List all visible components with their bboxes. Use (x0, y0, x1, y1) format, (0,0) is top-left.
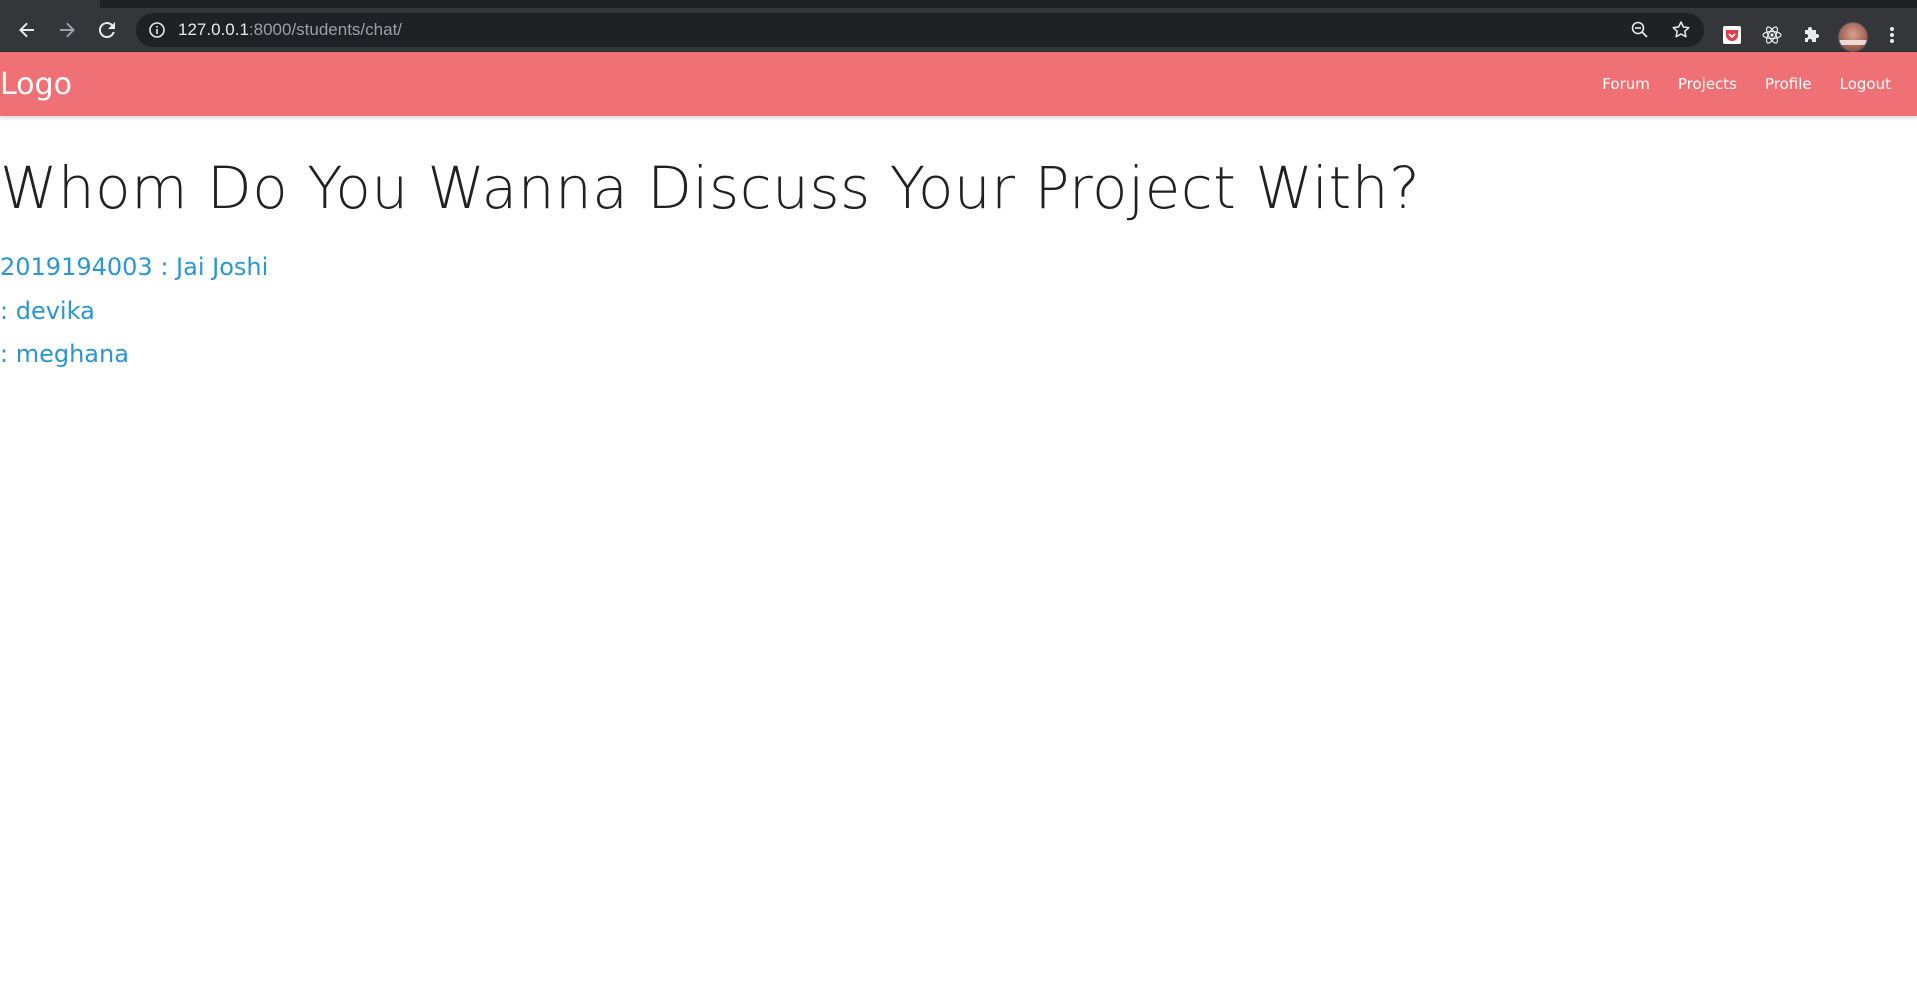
list-item: : devika (0, 294, 268, 338)
profile-avatar[interactable] (1838, 22, 1868, 52)
list-item: 2019194003 : Jai Joshi (0, 250, 268, 294)
nav-links: Forum Projects Profile Logout (1588, 52, 1905, 116)
kebab-menu-icon[interactable] (1880, 23, 1904, 47)
page-title: Whom Do You Wanna Discuss Your Project W… (0, 154, 1421, 222)
nav-link-projects[interactable]: Projects (1664, 52, 1751, 116)
nav-link-logout[interactable]: Logout (1826, 52, 1905, 116)
avatar-band (1839, 40, 1867, 45)
list-item: : meghana (0, 337, 268, 381)
address-bar[interactable]: 127.0.0.1:8000/students/chat/ (136, 13, 1704, 47)
react-icon[interactable] (1760, 23, 1784, 47)
browser-toolbar: 127.0.0.1:8000/students/chat/ (0, 8, 1917, 52)
url-host: 127.0.0.1 (178, 20, 249, 39)
url-text[interactable]: 127.0.0.1:8000/students/chat/ (178, 13, 402, 47)
nav-link-forum[interactable]: Forum (1588, 52, 1664, 116)
reload-icon[interactable] (92, 15, 122, 45)
info-icon[interactable] (148, 21, 166, 39)
forward-arrow-icon[interactable] (52, 15, 82, 45)
student-link-meghana[interactable]: : meghana (0, 340, 129, 368)
puzzle-icon[interactable] (1800, 23, 1824, 47)
browser-tab-strip (0, 0, 1917, 8)
star-icon[interactable] (1671, 20, 1691, 40)
nav-link-profile[interactable]: Profile (1751, 52, 1826, 116)
site-navbar: Logo Forum Projects Profile Logout (0, 52, 1917, 116)
pocket-icon[interactable] (1720, 23, 1744, 47)
url-path: :8000/students/chat/ (248, 20, 403, 39)
active-tab-indicator[interactable] (0, 0, 100, 8)
back-arrow-icon[interactable] (12, 15, 42, 45)
zoom-out-icon[interactable] (1630, 20, 1650, 40)
student-link-jai-joshi[interactable]: 2019194003 : Jai Joshi (0, 253, 268, 281)
student-list: 2019194003 : Jai Joshi : devika : meghan… (0, 250, 268, 381)
brand-logo[interactable]: Logo (0, 52, 72, 116)
student-link-devika[interactable]: : devika (0, 297, 95, 325)
